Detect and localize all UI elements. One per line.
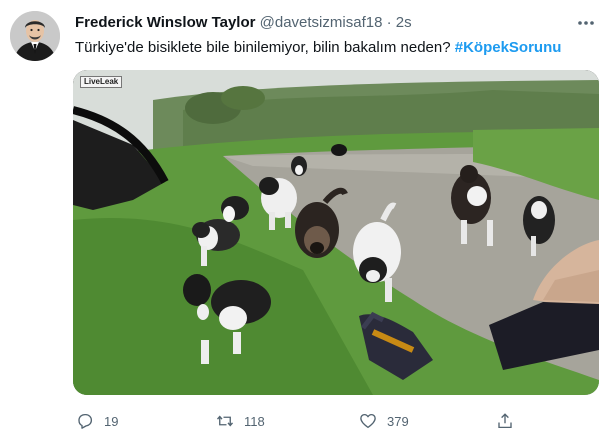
- tweet-timestamp[interactable]: 2s: [396, 14, 412, 31]
- reply-icon: [78, 413, 93, 429]
- avatar-portrait: [10, 11, 60, 61]
- separator-dot: ·: [386, 14, 392, 31]
- dog-7: [291, 156, 307, 176]
- author-name[interactable]: Frederick Winslow Taylor: [75, 14, 255, 31]
- tweet-header: Frederick Winslow Taylor @davetsizmisaf1…: [75, 14, 412, 32]
- more-options-button[interactable]: [572, 13, 600, 33]
- retweet-count: 118: [244, 413, 265, 429]
- author-handle[interactable]: @davetsizmisaf18: [260, 14, 383, 31]
- tweet-media-video[interactable]: LiveLeak: [73, 70, 599, 395]
- reply-button[interactable]: 19: [76, 408, 118, 434]
- hashtag-link[interactable]: #KöpekSorunu: [455, 39, 562, 56]
- tweet-actions: 19 118 379: [74, 408, 604, 434]
- avatar[interactable]: [10, 11, 60, 61]
- share-icon: [498, 413, 512, 429]
- media-watermark: LiveLeak: [80, 76, 123, 88]
- video-frame: [73, 70, 599, 395]
- retweet-button[interactable]: 118: [216, 408, 265, 434]
- like-button[interactable]: 379: [359, 408, 409, 434]
- tweet-text: Türkiye'de bisiklete bile binilemiyor, b…: [75, 39, 561, 57]
- heart-icon: [360, 413, 376, 429]
- more-horizontal-icon: [578, 21, 594, 25]
- tweet[interactable]: Frederick Winslow Taylor @davetsizmisaf1…: [0, 0, 614, 437]
- like-count: 379: [387, 413, 409, 429]
- reply-count: 19: [104, 413, 119, 429]
- tweet-body: Türkiye'de bisiklete bile binilemiyor, b…: [75, 39, 451, 56]
- dog-8: [331, 144, 347, 156]
- retweet-icon: [216, 415, 234, 427]
- share-button[interactable]: [496, 408, 514, 434]
